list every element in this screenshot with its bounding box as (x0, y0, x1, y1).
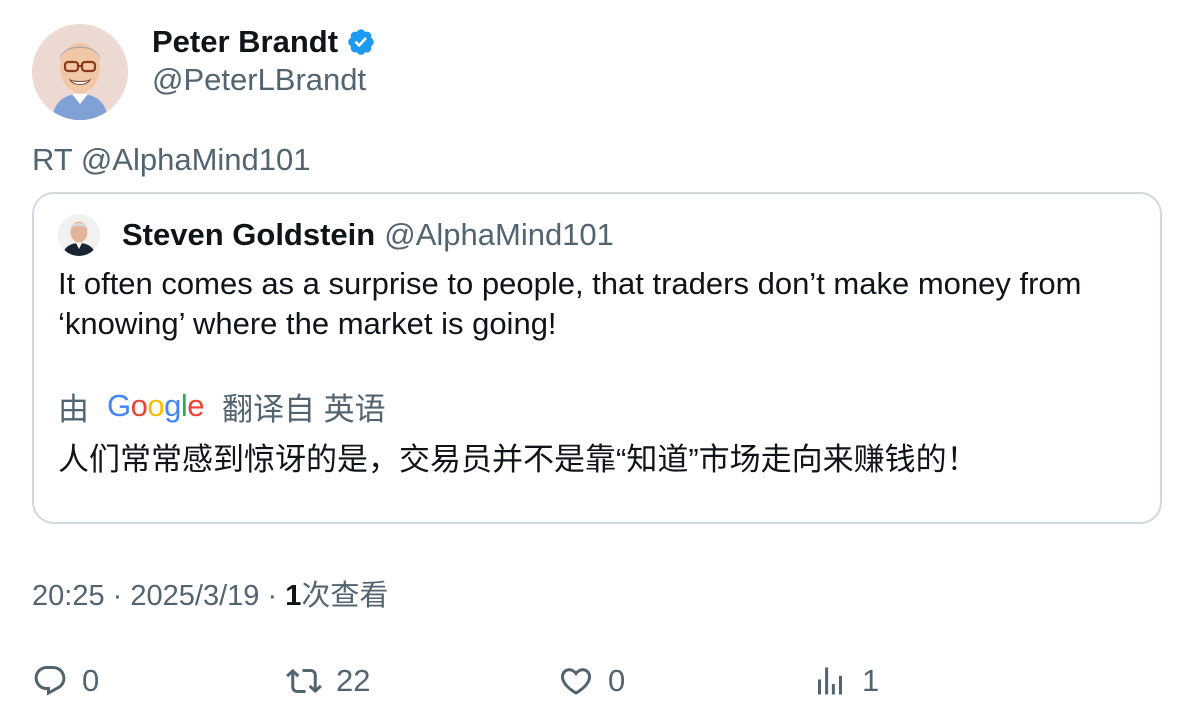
quoted-author-avatar[interactable] (58, 214, 100, 256)
like-button[interactable]: 0 (558, 656, 625, 706)
author-name-text: Peter Brandt (152, 24, 339, 59)
views-button[interactable]: 1 (812, 656, 879, 706)
reply-button[interactable]: 0 (32, 656, 99, 706)
tweet-time[interactable]: 20:25 (32, 580, 105, 612)
translation-attribution[interactable]: 由 Google 翻译自 英语 (58, 384, 386, 428)
tweet-meta: 20:25 · 2025/3/19 · 1次查看 (32, 572, 388, 614)
reply-icon (34, 666, 66, 696)
reply-count: 0 (82, 663, 100, 698)
quoted-author-avatar-image (58, 214, 100, 256)
author-handle[interactable]: @PeterLBrandt (152, 62, 366, 98)
views-action-count: 1 (862, 663, 880, 698)
quoted-header: Steven Goldstein @AlphaMind101 (122, 214, 614, 256)
translated-text: 人们常常感到惊讶的是，交易员并不是靠“知道”市场走向来赚钱的！ (58, 442, 978, 477)
retweet-button[interactable]: 22 (286, 656, 370, 706)
quoted-tweet-card[interactable]: Steven Goldstein @AlphaMind101 It often … (32, 192, 1162, 524)
heart-icon (560, 668, 592, 695)
like-count: 0 (608, 663, 626, 698)
meta-separator: · (112, 580, 123, 612)
retweet-count: 22 (336, 663, 371, 698)
translation-by-label: 由 (58, 391, 89, 427)
author-avatar-image (32, 24, 128, 120)
verified-badge-icon (348, 29, 374, 55)
tweet-date[interactable]: 2025/3/19 (130, 580, 259, 612)
author-avatar[interactable] (32, 24, 128, 120)
translation-from-label: 翻译自 英语 (222, 391, 386, 427)
google-logo: Google (107, 388, 205, 423)
quoted-author-handle[interactable]: @AlphaMind101 (384, 217, 614, 253)
quoted-author-name[interactable]: Steven Goldstein (122, 217, 375, 253)
quoted-tweet-text: It often comes as a surprise to people, … (58, 266, 1082, 341)
retweet-line: RT @AlphaMind101 (32, 142, 311, 177)
views-label: 次查看 (301, 580, 389, 612)
retweet-icon (286, 668, 322, 694)
views-count: 1 (285, 580, 302, 612)
meta-separator: · (267, 580, 278, 612)
author-name[interactable]: Peter Brandt (152, 22, 376, 62)
analytics-icon (818, 667, 842, 695)
